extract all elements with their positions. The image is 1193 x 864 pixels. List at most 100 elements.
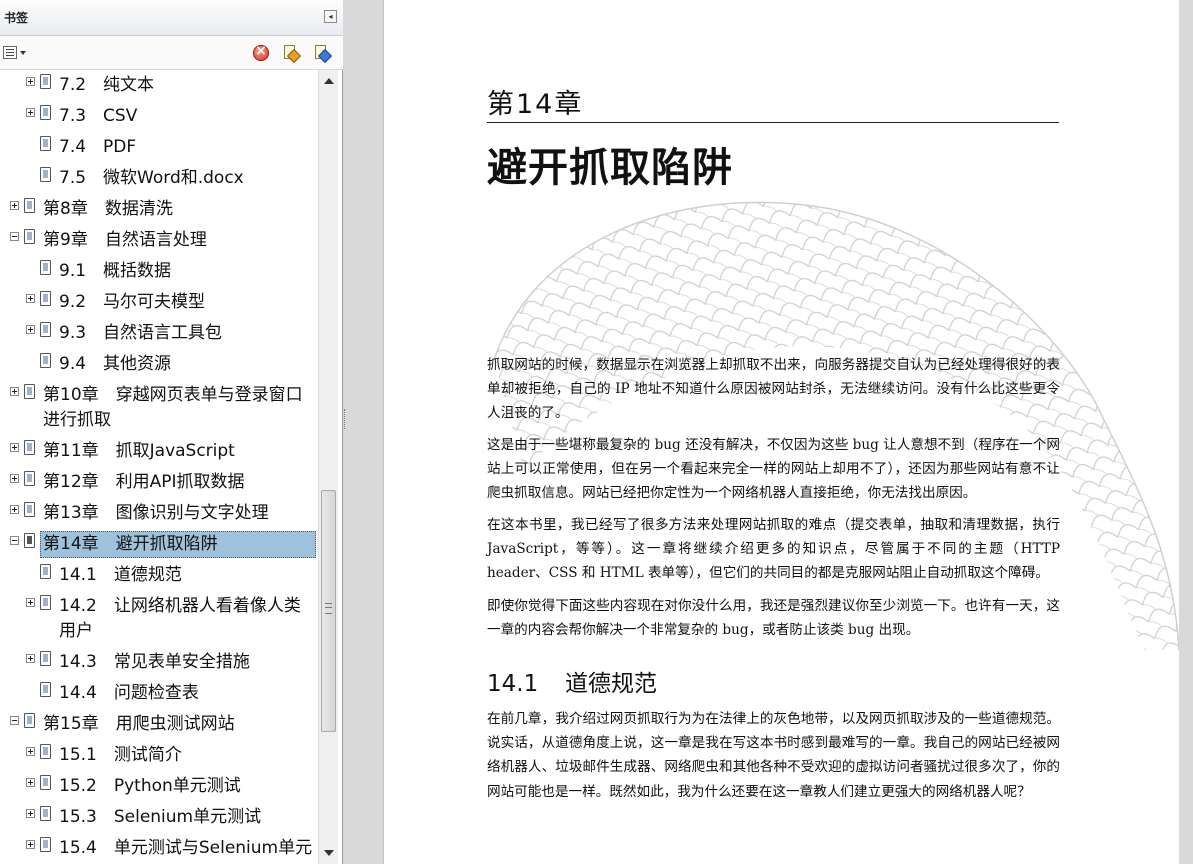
bookmarks-tree: 7.2 纯文本 7.3 CSV 7.4 PDF 7.5 微软Word和.docx 第8章… <box>0 70 318 864</box>
bookmark-icon <box>24 471 35 486</box>
bookmark-icon <box>24 502 35 517</box>
bookmark-label: 14.2 让网络机器人看着像人类 用户 <box>59 596 301 641</box>
bookmarks-scrollbar[interactable] <box>318 70 338 864</box>
goto-bookmark-icon[interactable] <box>314 45 330 61</box>
collapse-panel-button[interactable]: ◂ <box>324 10 337 23</box>
bookmark-icon <box>40 682 51 697</box>
section-heading: 14.1 道德规范 <box>487 664 657 698</box>
bookmark-icon <box>40 595 51 610</box>
bookmark-icon <box>40 806 51 821</box>
expand-icon[interactable] <box>26 77 35 86</box>
bookmark-label-wrap: 第8章 数据清洗 <box>40 196 176 223</box>
section-number: 14.1 <box>487 671 539 697</box>
bookmark-icon <box>24 440 35 455</box>
bookmark-label: 7.4 PDF <box>59 137 137 157</box>
bookmark-icon <box>24 229 35 244</box>
bookmark-icon <box>40 105 51 120</box>
bookmark-label: 第13章 图像识别与文字处理 <box>43 503 269 523</box>
bookmark-label: 第12章 利用API抓取数据 <box>43 472 245 492</box>
delete-bookmark-icon[interactable] <box>253 43 269 61</box>
bookmark-icon <box>40 74 51 89</box>
bookmark-label-wrap: 14.4 问题检查表 <box>56 680 202 707</box>
chapter-title: 避开抓取陷阱 <box>487 145 733 191</box>
bookmark-label: 9.1 概括数据 <box>59 261 172 281</box>
expand-icon[interactable] <box>26 809 35 818</box>
bookmark-label: 第14章 避开抓取陷阱 <box>43 534 218 554</box>
grip-icon <box>325 603 332 614</box>
bookmark-label: 14.4 问题检查表 <box>59 683 199 703</box>
bookmark-label-wrap: 9.2 马尔可夫模型 <box>56 289 208 316</box>
bookmark-icon <box>40 775 51 790</box>
panel-splitter[interactable] <box>343 0 384 864</box>
bookmark-label-wrap: 9.1 概括数据 <box>56 258 174 285</box>
bookmark-label: 15.4 单元测试与Selenium单元 <box>59 838 313 858</box>
bookmark-label: 9.2 马尔可夫模型 <box>59 292 206 312</box>
collapse-icon[interactable] <box>10 232 19 241</box>
bookmark-label-wrap: 第11章 抓取JavaScript <box>40 438 238 465</box>
bookmark-label: 第11章 抓取JavaScript <box>43 441 235 461</box>
expand-icon[interactable] <box>26 598 35 607</box>
paragraph: 在这本书里，我已经写了很多方法来处理网站抓取的难点（提交表单，抽取和清理数据，执… <box>487 517 1060 582</box>
collapse-icon[interactable] <box>10 536 19 545</box>
bookmark-label: 第8章 数据清洗 <box>43 199 173 219</box>
expand-icon[interactable] <box>26 840 35 849</box>
bookmark-label-wrap: 第14章 避开抓取陷阱 <box>40 531 316 558</box>
bookmark-label-wrap: 第13章 图像识别与文字处理 <box>40 500 272 527</box>
expand-icon[interactable] <box>26 654 35 663</box>
bookmark-icon <box>24 384 35 399</box>
expand-icon[interactable] <box>26 325 35 334</box>
bookmark-icon <box>40 136 51 151</box>
chapter-rule <box>487 122 1059 123</box>
options-menu-icon[interactable] <box>3 45 29 61</box>
bookmark-label-wrap: 15.4 单元测试与Selenium单元 <box>56 835 315 862</box>
bookmarks-panel: 书签 ◂ 7.2 纯文本 7.3 CSV 7.4 PDF 7.5 微软Word和.do… <box>0 0 343 864</box>
bookmark-label: 15.1 测试简介 <box>59 745 182 765</box>
bookmark-label: 14.1 道德规范 <box>59 565 182 585</box>
bookmark-icon <box>40 564 51 579</box>
bookmark-icon <box>40 837 51 852</box>
document-page: 第14章 避开抓取陷阱 抓取网站的时候，数据显示在浏览器上却抓取不出来，向服务器… <box>384 0 1179 864</box>
bookmark-label: 9.4 其他资源 <box>59 354 172 374</box>
scrollbar-thumb[interactable] <box>321 490 336 732</box>
bookmark-label-wrap: 15.1 测试简介 <box>56 742 185 769</box>
bookmark-icon <box>24 533 35 548</box>
paragraph: 即使你觉得下面这些内容现在对你没什么用，我还是强烈建议你至少浏览一下。也许有一天… <box>487 598 1060 639</box>
expand-icon[interactable] <box>10 443 19 452</box>
bookmark-label: 15.2 Python单元测试 <box>59 776 241 796</box>
scroll-down-arrow-icon[interactable] <box>324 850 334 856</box>
collapse-icon[interactable] <box>10 716 19 725</box>
bookmark-label: 7.2 纯文本 <box>59 75 155 95</box>
bookmark-icon <box>40 353 51 368</box>
bookmark-icon <box>40 322 51 337</box>
bookmark-label-wrap: 7.5 微软Word和.docx <box>56 165 247 192</box>
bookmark-label: 第15章 用爬虫测试网站 <box>43 714 235 734</box>
bookmark-label-wrap: 7.2 纯文本 <box>56 72 157 99</box>
expand-icon[interactable] <box>10 387 19 396</box>
expand-icon[interactable] <box>26 294 35 303</box>
expand-icon[interactable] <box>10 505 19 514</box>
bookmark-label: 7.3 CSV <box>59 106 138 126</box>
bookmark-label-wrap: 14.3 常见表单安全措施 <box>56 649 253 676</box>
expand-icon[interactable] <box>26 747 35 756</box>
bookmark-icon <box>24 713 35 728</box>
bookmark-label: 14.3 常见表单安全措施 <box>59 652 250 672</box>
expand-icon[interactable] <box>10 474 19 483</box>
bookmark-label-wrap: 9.3 自然语言工具包 <box>56 320 225 347</box>
expand-bookmark-icon[interactable] <box>283 45 299 61</box>
bookmark-label-wrap: 第12章 利用API抓取数据 <box>40 469 248 496</box>
expand-icon[interactable] <box>26 108 35 117</box>
bookmarks-header: 书签 ◂ <box>0 0 343 36</box>
bookmark-label-wrap: 第10章 穿越网页表单与登录窗口 进行抓取 <box>40 382 306 434</box>
bookmark-label: 7.5 微软Word和.docx <box>59 168 244 188</box>
bookmark-icon <box>40 744 51 759</box>
paragraph: 在前几章，我介绍过网页抓取行为为在法律上的灰色地带，以及网页抓取涉及的一些道德规… <box>487 711 1060 800</box>
expand-icon[interactable] <box>10 201 19 210</box>
scroll-up-arrow-icon[interactable] <box>324 78 334 84</box>
expand-icon[interactable] <box>26 778 35 787</box>
bookmark-icon <box>40 291 51 306</box>
bookmark-label: 15.3 Selenium单元测试 <box>59 807 262 827</box>
bookmarks-title: 书签 <box>4 11 29 25</box>
bookmark-label-wrap: 第15章 用爬虫测试网站 <box>40 711 238 738</box>
chapter-label: 第14章 <box>487 89 584 120</box>
splitter-grip-icon <box>344 409 348 429</box>
